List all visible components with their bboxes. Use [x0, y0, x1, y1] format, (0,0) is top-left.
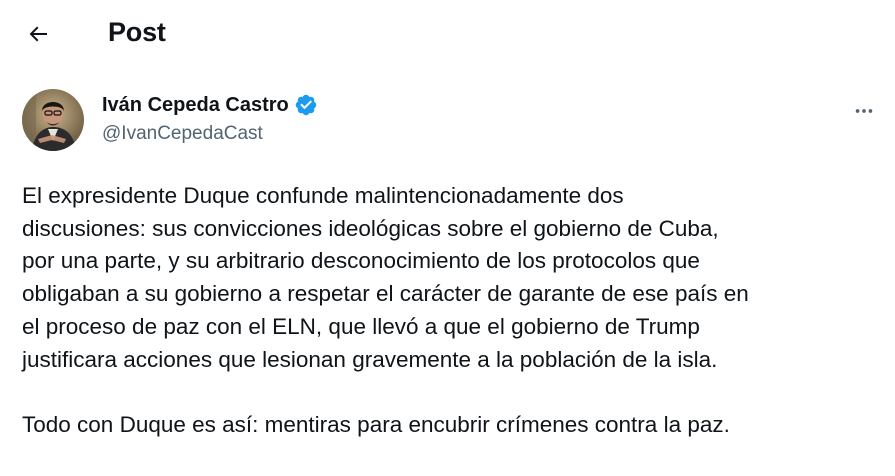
- post-text-line: discusiones: sus convicciones ideológica…: [22, 215, 719, 241]
- avatar[interactable]: [22, 89, 84, 151]
- post-text-line: el proceso de paz con el ELN, que llevó …: [22, 313, 700, 339]
- post-author: Iván Cepeda Castro @IvanCepedaCast: [22, 89, 882, 153]
- post-text-line: Todo con Duque es así: mentiras para enc…: [22, 411, 730, 437]
- page-header: Post: [0, 0, 895, 70]
- post-text-line: justificara acciones que lesionan gravem…: [22, 346, 718, 372]
- more-horizontal-icon: [855, 109, 873, 113]
- post-text: El expresidente Duque confunde malintenc…: [22, 180, 882, 442]
- post-text-line: obligaban a su gobierno a respetar el ca…: [22, 281, 749, 307]
- arrow-left-icon: [29, 26, 47, 42]
- back-button[interactable]: [18, 14, 58, 54]
- author-display-name[interactable]: Iván Cepeda Castro: [102, 94, 289, 117]
- more-options-button[interactable]: [846, 93, 882, 129]
- post-text-line: por una parte, y su arbitrario desconoci…: [22, 248, 700, 274]
- author-handle[interactable]: @IvanCepedaCast: [102, 123, 318, 145]
- verified-badge-icon: [295, 94, 316, 116]
- page-title: Post: [108, 17, 166, 47]
- post-text-line: El expresidente Duque confunde malintenc…: [22, 183, 624, 208]
